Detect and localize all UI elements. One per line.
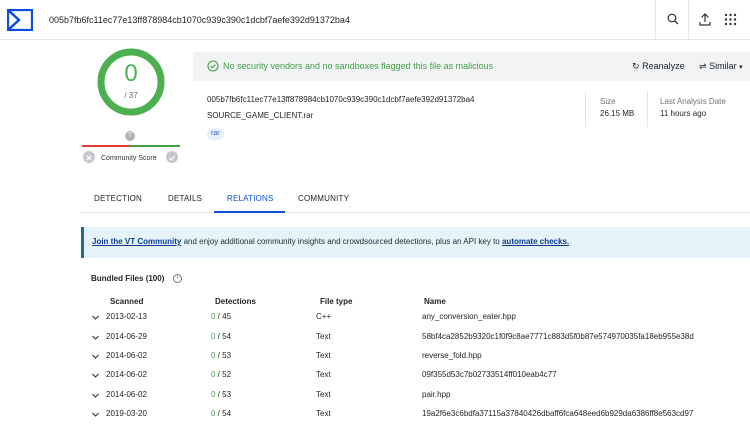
- similar-button[interactable]: ⇌ Similar ▾: [699, 61, 743, 72]
- table-row[interactable]: 2019-03-20 0 / 54 Text 19a2f6e3c6bdfa37115a…: [80, 405, 750, 425]
- file-type: Text: [316, 370, 331, 379]
- join-community-link[interactable]: Join the VT Community: [92, 237, 181, 246]
- automate-checks-link[interactable]: automate checks.: [502, 237, 569, 246]
- detections-cell: 0 / 53: [211, 390, 231, 399]
- bundled-files-label: Bundled Files: [91, 274, 144, 283]
- chevron-down-icon[interactable]: [91, 371, 100, 380]
- file-name-link[interactable]: pair.hpp: [422, 390, 450, 399]
- file-tag[interactable]: rar: [207, 128, 224, 140]
- tab-community[interactable]: COMMUNITY: [298, 194, 349, 203]
- file-name-link[interactable]: 58bf4ca2852b9320c1f0f9c8ae7771c883d5f0b8…: [422, 332, 694, 341]
- file-type: C++: [316, 312, 332, 321]
- column-header-file-type[interactable]: File type: [320, 297, 352, 306]
- top-bar: 005b7fb6fc11ec77e13ff878984cb1070c939c39…: [0, 0, 750, 40]
- table-row[interactable]: 2014-06-29 0 / 54 Text 58bf4ca2852b9320c1f0…: [80, 328, 750, 348]
- file-name-link[interactable]: 09f355d53c7b02733514ff010eab4c77: [422, 370, 557, 379]
- file-type: Text: [316, 351, 331, 360]
- scanned-date: 2014-06-02: [106, 351, 147, 360]
- vote-harmless-icon[interactable]: [166, 151, 178, 163]
- file-name-link[interactable]: any_conversion_eater.hpp: [422, 312, 516, 321]
- reanalyze-label: Reanalyze: [642, 61, 685, 71]
- chevron-down-icon[interactable]: [91, 313, 100, 322]
- similar-label: Similar: [709, 61, 737, 71]
- scanned-date: 2014-06-02: [106, 370, 147, 379]
- refresh-icon: ↻: [632, 61, 640, 71]
- detections-total: / 45: [215, 312, 232, 321]
- detections-cell: 0 / 53: [211, 351, 231, 360]
- detections-total: / 54: [215, 332, 232, 341]
- column-header-detections[interactable]: Detections: [215, 297, 256, 306]
- file-hash: 005b7fb6fc11ec77e13ff878984cb1070c939c39…: [207, 95, 475, 104]
- table-row[interactable]: 2013-02-13 0 / 45 C++ any_conversion_eater.…: [80, 308, 750, 328]
- bundled-files-count: (100): [145, 274, 165, 283]
- file-type: Text: [316, 390, 331, 399]
- detections-total: / 53: [215, 351, 232, 360]
- chevron-down-icon: ▾: [739, 64, 743, 71]
- table-row[interactable]: 2014-06-02 0 / 53 Text reverse_fold.hpp: [80, 347, 750, 367]
- last-analysis-label: Last Analysis Date: [660, 97, 726, 106]
- apps-grid-icon[interactable]: [724, 13, 737, 26]
- active-tab-indicator: [214, 211, 285, 213]
- community-score-bar-positive: [130, 145, 180, 147]
- detections-cell: 0 / 54: [211, 332, 231, 341]
- file-name-link[interactable]: reverse_fold.hpp: [422, 351, 482, 360]
- column-header-scanned[interactable]: Scanned: [110, 297, 143, 306]
- detections-total: / 54: [215, 409, 232, 418]
- info-icon[interactable]: i: [173, 274, 182, 283]
- column-header-name[interactable]: Name: [424, 297, 446, 306]
- info-middle-text: and enjoy additional community insights …: [181, 237, 502, 246]
- tab-detection[interactable]: DETECTION: [94, 194, 142, 203]
- check-circle-icon: [207, 60, 219, 72]
- size-label: Size: [600, 97, 616, 106]
- search-input[interactable]: 005b7fb6fc11ec77e13ff878984cb1070c939c39…: [40, 2, 654, 38]
- scanned-date: 2014-06-29: [106, 332, 147, 341]
- scanned-date: 2013-02-13: [106, 312, 147, 321]
- community-score-bar-negative: [82, 145, 130, 147]
- detections-cell: 0 / 54: [211, 409, 231, 418]
- chevron-down-icon[interactable]: [91, 352, 100, 361]
- bundled-files-title: Bundled Files (100): [91, 274, 164, 283]
- tab-details[interactable]: DETAILS: [168, 194, 202, 203]
- tab-relations[interactable]: RELATIONS: [227, 194, 274, 203]
- verdict-message: No security vendors and no sandboxes fla…: [223, 61, 494, 71]
- detections-cell: 0 / 52: [211, 370, 231, 379]
- detection-total: / 37: [124, 91, 138, 100]
- upload-icon[interactable]: [699, 13, 711, 26]
- chevron-down-icon[interactable]: [91, 333, 100, 342]
- table-row[interactable]: 2014-06-02 0 / 53 Text pair.hpp: [80, 386, 750, 406]
- search-button[interactable]: [655, 0, 689, 40]
- file-type: Text: [316, 332, 331, 341]
- similar-icon: ⇌: [699, 61, 707, 71]
- search-icon: [667, 13, 679, 25]
- community-score-label: Community Score: [101, 155, 157, 162]
- detections-total: / 52: [215, 370, 232, 379]
- scanned-date: 2019-03-20: [106, 409, 147, 418]
- table-row[interactable]: 2014-06-02 0 / 52 Text 09f355d53c7b02733514…: [80, 366, 750, 386]
- file-name: SOURCE_GAME_CLIENT.rar: [207, 111, 314, 120]
- detection-count: 0: [124, 60, 138, 87]
- vote-harmful-icon[interactable]: [83, 151, 95, 163]
- community-question-icon: ?: [125, 131, 135, 141]
- detections-cell: 0 / 45: [211, 312, 231, 321]
- size-value: 26.15 MB: [600, 109, 635, 118]
- divider: [647, 91, 648, 127]
- reanalyze-button[interactable]: ↻ Reanalyze: [632, 61, 685, 72]
- chevron-down-icon[interactable]: [91, 391, 100, 400]
- file-name-link[interactable]: 19a2f6e3c6bdfa37115a37840426dbaff6fca648…: [422, 409, 693, 418]
- community-info-text: Join the VT Community and enjoy addition…: [92, 237, 569, 246]
- tab-bar: DETECTION DETAILS RELATIONS COMMUNITY: [80, 187, 750, 213]
- detections-total: / 53: [215, 390, 232, 399]
- scanned-date: 2014-06-02: [106, 390, 147, 399]
- last-analysis-value: 11 hours ago: [660, 109, 707, 118]
- virustotal-logo-icon[interactable]: [7, 9, 33, 31]
- file-type: Text: [316, 409, 331, 418]
- divider: [585, 91, 586, 127]
